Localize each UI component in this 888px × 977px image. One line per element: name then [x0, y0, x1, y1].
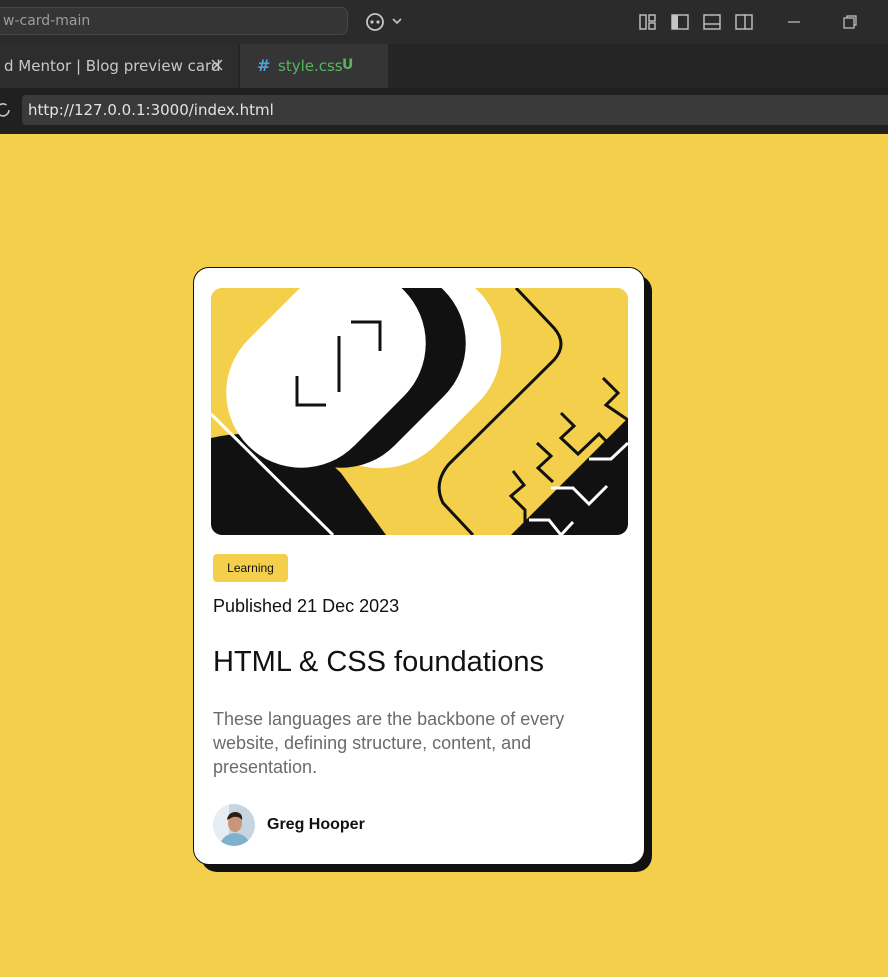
tab-style-css[interactable]: # style.css U: [240, 44, 388, 88]
toggle-panel-icon[interactable]: [702, 12, 722, 32]
copilot-icon[interactable]: [365, 11, 403, 33]
url-text: http://127.0.0.1:3000/index.html: [28, 101, 274, 119]
published-date: Published 21 Dec 2023: [213, 596, 400, 616]
toggle-primary-sidebar-icon[interactable]: [670, 12, 690, 32]
untracked-badge: U: [342, 57, 354, 73]
restore-icon[interactable]: [840, 12, 860, 32]
minimize-icon[interactable]: [784, 12, 804, 32]
tab-label: d Mentor | Blog preview card: [4, 57, 221, 75]
browser-toolbar: http://127.0.0.1:3000/index.html: [0, 88, 888, 134]
tab-blog-preview[interactable]: d Mentor | Blog preview card: [0, 44, 238, 88]
css-file-icon: #: [257, 56, 271, 75]
reload-icon[interactable]: [0, 100, 14, 120]
card-illustration: [211, 288, 628, 535]
category-tag[interactable]: Learning: [213, 554, 288, 582]
author-name: Greg Hooper: [267, 816, 365, 833]
command-center-search[interactable]: w-card-main: [0, 7, 348, 35]
toggle-secondary-sidebar-icon[interactable]: [734, 12, 754, 32]
customize-layout-icon[interactable]: [638, 12, 658, 32]
blog-preview-card: Learning Published 21 Dec 2023 HTML & CS…: [193, 267, 645, 865]
card-title[interactable]: HTML & CSS foundations: [213, 646, 544, 679]
url-input[interactable]: http://127.0.0.1:3000/index.html: [22, 95, 888, 125]
close-icon[interactable]: [210, 58, 224, 72]
editor-tab-bar: d Mentor | Blog preview card # style.css…: [0, 44, 888, 88]
command-center-text: w-card-main: [3, 13, 91, 29]
avatar: [213, 804, 255, 846]
title-bar: w-card-main: [0, 0, 888, 44]
tab-label: style.css: [278, 57, 343, 75]
card-description: These languages are the backbone of ever…: [213, 709, 565, 777]
